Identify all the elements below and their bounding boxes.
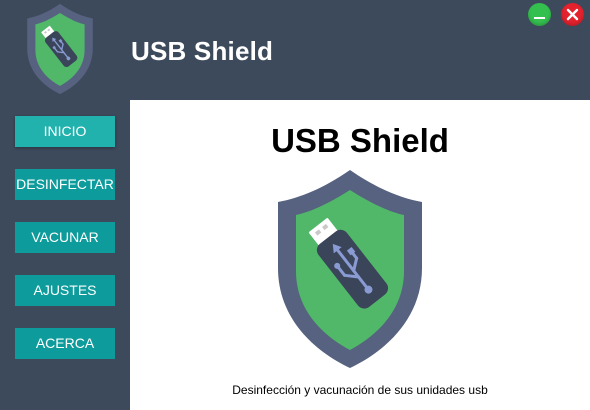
usb-shield-logo-icon [278, 170, 422, 368]
page-title: USB Shield [271, 122, 449, 159]
close-button[interactable] [561, 3, 584, 26]
nav-ajustes-button[interactable]: AJUSTES [15, 275, 115, 306]
title-bar: USB Shield [0, 0, 590, 100]
main-panel: USB Shield Desinfección y vacunación de … [130, 100, 590, 410]
nav-inicio-button[interactable]: INICIO [15, 116, 115, 147]
nav-acerca-button[interactable]: ACERCA [15, 328, 115, 359]
app-title: USB Shield [131, 36, 274, 66]
usb-shield-logo-icon [27, 3, 93, 95]
sidebar: INICIO DESINFECTAR VACUNAR AJUSTES ACERC… [0, 100, 130, 410]
close-icon [566, 8, 579, 21]
nav-vacunar-button[interactable]: VACUNAR [15, 222, 115, 253]
nav-desinfectar-button[interactable]: DESINFECTAR [15, 169, 115, 200]
app-description: Desinfección y vacunación de sus unidade… [232, 383, 488, 397]
minimize-button[interactable] [528, 3, 551, 26]
